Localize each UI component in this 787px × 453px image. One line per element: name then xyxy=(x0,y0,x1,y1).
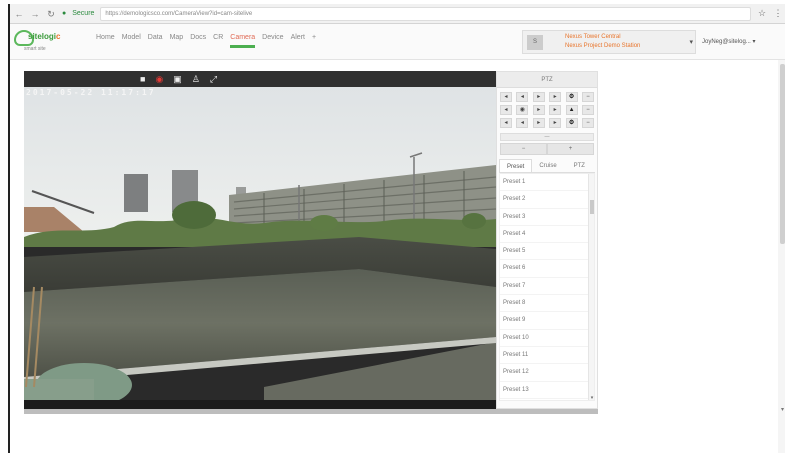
logo-text: sitelogic xyxy=(28,32,61,41)
address-bar[interactable]: https://demologicsco.com/CameraView?id=c… xyxy=(100,6,751,21)
ptz-button[interactable]: ◂ xyxy=(500,91,512,102)
preset-scrollbar[interactable]: ▾ xyxy=(588,174,594,400)
ptz-button[interactable]: − xyxy=(581,117,594,128)
ptz-button[interactable]: ⚙ xyxy=(565,91,578,102)
camera-feed-image xyxy=(24,87,496,400)
browser-window: ← → ↻ ● Secure https://demologicsco.com/… xyxy=(8,4,785,453)
secure-label: Secure xyxy=(72,10,95,17)
nav-item-camera[interactable]: Camera xyxy=(230,34,256,48)
ptz-speed-bar[interactable]: — xyxy=(500,133,594,141)
ptz-button[interactable]: ◂ xyxy=(516,91,529,102)
ptz-tabs: Preset Cruise PTZ xyxy=(499,159,595,173)
browser-toolbar: ← → ↻ ● Secure https://demologicsco.com/… xyxy=(10,4,785,24)
scroll-down-icon[interactable]: ▾ xyxy=(589,395,594,400)
logo[interactable]: sitelogic smart site xyxy=(14,28,66,52)
site-selector[interactable]: S Nexus Tower Central Nexus Project Demo… xyxy=(522,30,696,54)
video-status-bar xyxy=(24,400,496,409)
ptz-row: ◂ ◂ ▸ ▸ ⚙ − xyxy=(500,90,594,103)
tab-cruise[interactable]: Cruise xyxy=(532,159,563,172)
ptz-button[interactable]: ▸ xyxy=(532,91,545,102)
ptz-button[interactable]: ▸ xyxy=(549,104,562,115)
ptz-button[interactable]: ◂ xyxy=(500,117,512,128)
reload-icon[interactable]: ↻ xyxy=(46,9,56,19)
site-name: Nexus Tower Central xyxy=(565,34,621,40)
nav-item-device[interactable]: Device xyxy=(262,34,283,48)
ptz-button[interactable]: ▸ xyxy=(549,91,562,102)
ptz-row: ◂ ◉ ▸ ▸ ▲ − xyxy=(500,103,594,116)
nav-item-docs[interactable]: Docs xyxy=(190,34,206,48)
zoom-out-button[interactable]: − xyxy=(500,143,547,155)
tab-ptz[interactable]: PTZ xyxy=(564,159,595,172)
ptz-title: PTZ xyxy=(497,72,597,88)
preset-item[interactable]: Preset 6 xyxy=(500,260,594,278)
preset-list: Preset 1 Preset 2 Preset 3 Preset 4 Preset 5… xyxy=(499,173,595,401)
nav-item-data[interactable]: Data xyxy=(148,34,163,48)
nav-item-alert[interactable]: Alert xyxy=(291,34,305,48)
nav-item-home[interactable]: Home xyxy=(96,34,115,48)
main-nav: Home Model Data Map Docs CR Camera Device Alert + xyxy=(96,34,316,48)
star-icon[interactable]: ☆ xyxy=(757,8,767,19)
ptz-button[interactable]: ⚙ xyxy=(565,117,578,128)
preset-item[interactable]: Preset 3 xyxy=(500,209,594,226)
more-icon[interactable]: ⋮ xyxy=(773,8,783,19)
back-icon[interactable]: ← xyxy=(14,9,24,19)
scroll-thumb[interactable] xyxy=(590,200,594,214)
ptz-button[interactable]: − xyxy=(581,104,594,115)
snapshot-icon[interactable]: ▣ xyxy=(173,73,182,85)
chevron-down-icon: ▾ xyxy=(689,39,693,46)
ptz-button[interactable]: ◉ xyxy=(516,104,529,115)
preset-item[interactable]: Preset 11 xyxy=(500,347,594,365)
preset-item[interactable]: Preset 7 xyxy=(500,278,594,296)
record-icon[interactable]: ◉ xyxy=(155,73,163,85)
site-icon: S xyxy=(527,35,543,50)
ptz-button[interactable]: ▲ xyxy=(565,104,578,115)
preset-item[interactable]: Preset 9 xyxy=(500,312,594,330)
ptz-panel: PTZ ◂ ◂ ▸ ▸ ⚙ − ◂ ◉ ▸ ▸ ▲ − ◂ ◂ ▸ ▸ ⚙ − — − + Preset Cruis… xyxy=(496,71,598,409)
camera-feed[interactable] xyxy=(24,87,496,400)
preset-item[interactable]: Preset 1 xyxy=(500,174,594,192)
ptz-button[interactable]: ◂ xyxy=(516,117,529,128)
video-timestamp: 2017-05-22 11:17:17 xyxy=(26,88,156,97)
ptz-button[interactable]: ▸ xyxy=(532,117,545,128)
preset-item[interactable]: Preset 12 xyxy=(500,364,594,382)
nav-item-model[interactable]: Model xyxy=(122,34,141,48)
page-scroll-thumb[interactable] xyxy=(780,64,785,244)
page-scrollbar[interactable]: ▾ xyxy=(778,60,785,453)
user-menu[interactable]: JoyNeg@sitelog... ▾ xyxy=(702,38,755,45)
ptz-controls: ◂ ◂ ▸ ▸ ⚙ − ◂ ◉ ▸ ▸ ▲ − ◂ ◂ ▸ ▸ ⚙ − xyxy=(497,88,597,131)
preset-item[interactable]: Preset 2 xyxy=(500,191,594,209)
camera-player: ■ ◉ ▣ ♙ ⤢ 2017-05-22 11:17:17 xyxy=(24,71,496,409)
zoom-controls: − + xyxy=(500,143,594,155)
ptz-button[interactable]: − xyxy=(581,91,594,102)
ptz-button[interactable]: ▸ xyxy=(549,117,562,128)
lock-icon: ● xyxy=(62,10,67,17)
ptz-row: ◂ ◂ ▸ ▸ ⚙ − xyxy=(500,116,594,129)
fullscreen-icon[interactable]: ⤢ xyxy=(210,73,217,85)
logo-subtitle: smart site xyxy=(24,46,46,52)
stop-icon[interactable]: ■ xyxy=(140,73,145,85)
preset-item[interactable]: Preset 5 xyxy=(500,243,594,261)
preset-item[interactable]: Preset 4 xyxy=(500,226,594,244)
preset-item[interactable]: Preset 10 xyxy=(500,330,594,347)
horizontal-scrollbar[interactable] xyxy=(24,409,598,414)
forward-icon[interactable]: → xyxy=(30,9,40,19)
zoom-in-button[interactable]: + xyxy=(547,143,594,155)
preset-item[interactable]: Preset 13 xyxy=(500,382,594,399)
site-subtitle: Nexus Project Demo Station xyxy=(565,43,641,49)
nav-item-add[interactable]: + xyxy=(312,34,316,48)
person-icon[interactable]: ♙ xyxy=(192,73,200,85)
tab-preset[interactable]: Preset xyxy=(499,159,533,172)
app-header: sitelogic smart site Home Model Data Map Doc… xyxy=(10,24,785,60)
preset-item[interactable]: Preset 8 xyxy=(500,295,594,313)
ptz-button[interactable]: ◂ xyxy=(500,104,512,115)
nav-item-map[interactable]: Map xyxy=(170,34,184,48)
page-scroll-down-icon[interactable]: ▾ xyxy=(778,406,785,413)
video-toolbar: ■ ◉ ▣ ♙ ⤢ xyxy=(24,71,496,87)
ptz-button[interactable]: ▸ xyxy=(532,104,545,115)
nav-item-cr[interactable]: CR xyxy=(213,34,223,48)
